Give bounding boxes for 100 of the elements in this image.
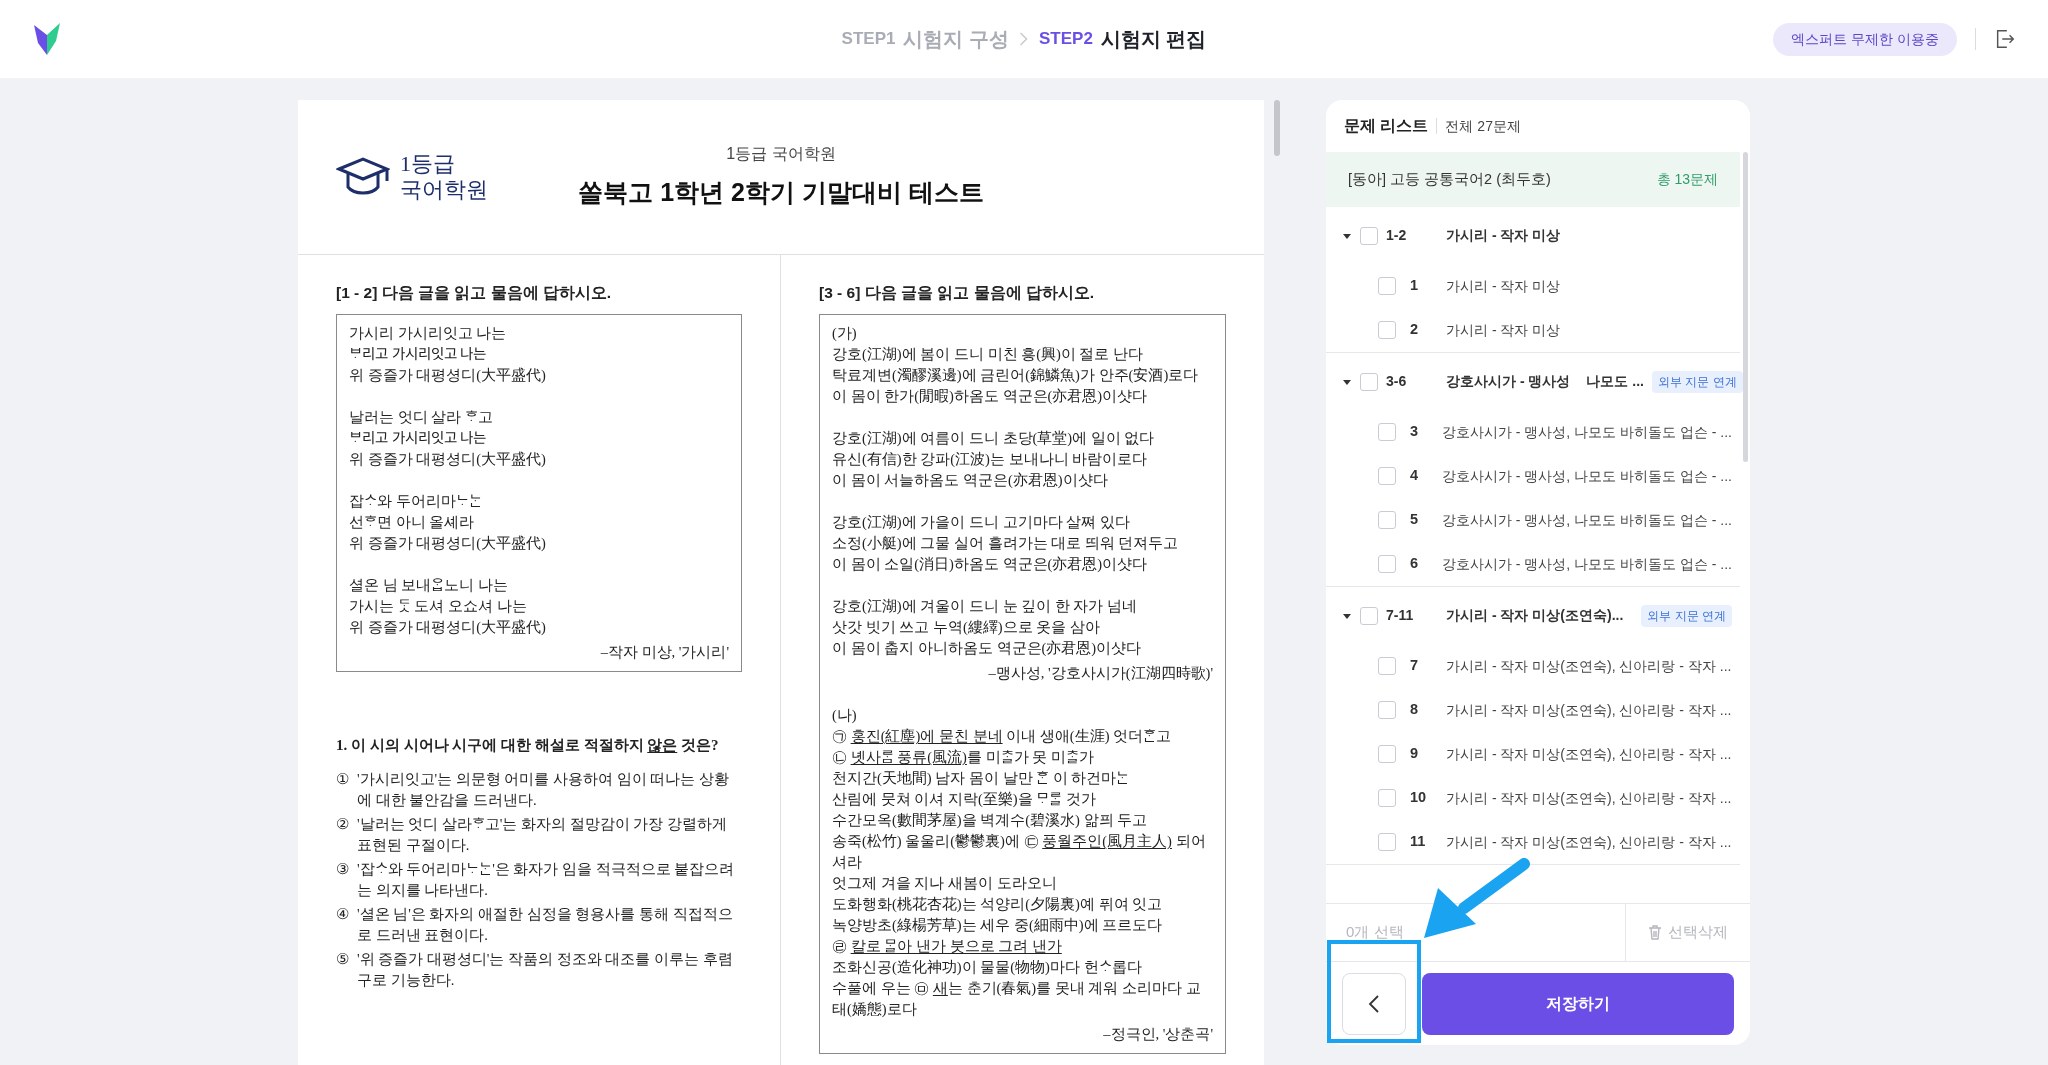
poem-line: 위 증즐가 대평셩디(大平盛代) bbox=[349, 450, 546, 470]
question-number: 7 bbox=[1410, 656, 1420, 676]
question-title[interactable]: 강호사시가 - 맹사성, 나모도 바히돌도 업슨 - ... bbox=[1441, 509, 1732, 531]
scrollbar-thumb[interactable] bbox=[1274, 100, 1280, 156]
back-button[interactable] bbox=[1342, 972, 1406, 1035]
checkbox[interactable] bbox=[1378, 423, 1396, 441]
save-button[interactable]: 저장하기 bbox=[1422, 972, 1734, 1035]
poem-line: 이 몸이 서늘하옴도 역군은(亦君恩)이샷다 bbox=[832, 471, 1108, 491]
question-title[interactable]: 강호사시가 - 맹사성, 나모도 바히돌도 업슨 - ... bbox=[1441, 553, 1732, 575]
academy-name: 1등급 국어학원 bbox=[726, 144, 836, 165]
checkbox[interactable] bbox=[1360, 606, 1378, 625]
selected-count: 0개 선택 bbox=[1345, 922, 1405, 943]
checkbox[interactable] bbox=[1378, 745, 1396, 763]
poem-line: ᄇᆞ리고 가시리잇고 나는 bbox=[349, 345, 487, 365]
question-title[interactable]: 가시리 - 작자 미상(조연숙), 신아리랑 - 작자 ... bbox=[1446, 655, 1732, 677]
question-title[interactable]: 강호사시가 - 맹사성, 나모도 바히돌도 업슨 - ... bbox=[1441, 465, 1732, 487]
option-number: ① bbox=[336, 769, 349, 789]
checkbox[interactable] bbox=[1378, 555, 1396, 573]
poem-line: 가시는 ᄃᆞᆺ 도셔 오쇼셔 나는 bbox=[349, 597, 527, 617]
group-title: 가시리 - 작자 미상(조연숙)... bbox=[1446, 606, 1624, 625]
question-number: 4 bbox=[1410, 466, 1420, 486]
checkbox[interactable] bbox=[1378, 321, 1396, 339]
poem-source: –정극인, '상춘곡' bbox=[1103, 1025, 1213, 1045]
question-title[interactable]: 가시리 - 작자 미상(조연숙), 신아리랑 - 작자 ... bbox=[1446, 699, 1732, 721]
poem-line: 가시리 가시리잇고 나는 bbox=[349, 324, 507, 344]
question-text: 1. 이 시의 시어나 시구에 대한 해설로 적절하지 않은 것은? bbox=[336, 736, 719, 756]
group-subtitle: 나모도 ... bbox=[1586, 372, 1644, 391]
option-text: '잡ᄉᆞ와 두어리마ᄂᆞᄂᆞᆫ'은 화자가 임을 적극적으로 붙잡으려는 의지를 나타낸다. bbox=[357, 859, 736, 900]
poem-line: 녹양방초(綠楊芳草)는 세우 중(細雨中)에 프르도다 bbox=[832, 916, 1163, 936]
poem-line: 이 몸이 소일(消日)하옴도 역군은(亦君恩)이샷다 bbox=[832, 555, 1148, 575]
option-number: ③ bbox=[336, 859, 349, 879]
question-title[interactable]: 가시리 - 작자 미상 bbox=[1446, 319, 1561, 341]
poem-line: 조화신공(造化神功)이 물물(物物)마다 헌ᄉᆞ롭다 bbox=[832, 958, 1142, 978]
poem-line: 엇그제 겨을 지나 새봄이 도라오니 bbox=[832, 874, 1057, 894]
poem-line: 천지간(天地間) 남자 몸이 날만 ᄒᆞᆫ 이 하건마ᄂᆞᆫ bbox=[832, 769, 1130, 789]
question-number: 8 bbox=[1410, 700, 1420, 720]
scrollbar-thumb[interactable] bbox=[1743, 152, 1748, 462]
group-range: 3-6 bbox=[1386, 372, 1408, 391]
step-tab[interactable]: STEP2 시험지 편집 bbox=[1039, 24, 1207, 54]
checkbox[interactable] bbox=[1378, 701, 1396, 719]
checkbox[interactable] bbox=[1378, 657, 1396, 675]
question-title[interactable]: 가시리 - 작자 미상 bbox=[1446, 275, 1561, 297]
trash-icon bbox=[1648, 925, 1662, 940]
poem-line: 도화행화(桃花杏花)는 석양리(夕陽裏)예 퓌여 잇고 bbox=[832, 895, 1163, 915]
poem-line: 강호(江湖)에 겨울이 드니 눈 깊이 한 자가 넘네 bbox=[832, 597, 1138, 617]
option-text: '가시리잇고'는 의문형 어미를 사용하여 임이 떠나는 상황에 대한 불안감을 드러낸다. bbox=[357, 769, 730, 810]
poem-source: –작자 미상, '가시리' bbox=[600, 643, 729, 663]
section-label: (가) bbox=[832, 324, 857, 344]
logo-icon[interactable] bbox=[32, 21, 62, 57]
question-title[interactable]: 가시리 - 작자 미상(조연숙), 신아리랑 - 작자 ... bbox=[1446, 743, 1732, 765]
poem-line: ᄇᆞ리고 가시리잇고 나는 bbox=[349, 429, 487, 449]
passage-heading: [3 - 6] 다음 글을 읽고 물음에 답하시오. bbox=[819, 283, 1095, 303]
checkbox[interactable] bbox=[1360, 372, 1378, 391]
option-text: '위 증즐가 대평셩디'는 작품의 정조와 대조를 이루는 후렴구로 기능한다. bbox=[357, 949, 734, 990]
poem-line: 강호(江湖)에 가을이 드니 고기마다 살쪄 있다 bbox=[832, 513, 1130, 533]
checkbox[interactable] bbox=[1378, 277, 1396, 295]
checkbox[interactable] bbox=[1378, 833, 1396, 851]
checkbox[interactable] bbox=[1378, 467, 1396, 485]
poem-line: 소정(小艇)에 그물 실어 흘려가는 대로 띄워 던져두고 bbox=[832, 534, 1179, 554]
group-range: 7-11 bbox=[1386, 606, 1415, 625]
exam-title: 쏠북고 1학년 2학기 기말대비 테스트 bbox=[578, 177, 984, 209]
option-text: '셜온 님'은 화자의 애절한 심정을 형용사를 통해 직접적으로 드러낸 표현이다. bbox=[357, 904, 734, 945]
checkbox[interactable] bbox=[1378, 789, 1396, 807]
panel-title: 문제 리스트 bbox=[1344, 116, 1429, 136]
question-number: 10 bbox=[1410, 788, 1428, 808]
poem-line: 날러는 엇디 살라 ᄒᆞ고 bbox=[349, 408, 493, 428]
question-title[interactable]: 가시리 - 작자 미상(조연숙), 신아리랑 - 작자 ... bbox=[1446, 831, 1732, 853]
group-range: 1-2 bbox=[1386, 226, 1408, 245]
total-count: 전체 27문제 bbox=[1445, 116, 1521, 136]
question-number: 2 bbox=[1410, 320, 1420, 340]
group-title: 가시리 - 작자 미상 bbox=[1446, 226, 1561, 245]
poem-line: 유신(有信)한 강파(江波)는 보내나니 바람이로다 bbox=[832, 450, 1148, 470]
question-title[interactable]: 강호사시가 - 맹사성, 나모도 바히돌도 업슨 - ... bbox=[1441, 421, 1732, 443]
passage-heading: [1 - 2] 다음 글을 읽고 물음에 답하시오. bbox=[336, 283, 612, 303]
poem-line: 수간모옥(數間茅屋)을 벽계수(碧溪水) 앎픠 두고 bbox=[832, 811, 1148, 831]
poem-line: 탁료계변(濁醪溪邊)에 금린어(錦鱗魚)가 안주(安酒)로다 bbox=[832, 366, 1199, 386]
academy-logo-text: 국어학원 bbox=[400, 177, 488, 203]
poem-line: 이 몸이 춥지 아니하옴도 역군은(亦君恩)이샷다 bbox=[832, 639, 1142, 659]
question-title[interactable]: 가시리 - 작자 미상(조연숙), 신아리랑 - 작자 ... bbox=[1446, 787, 1732, 809]
linked-passage-tag: 외부 지문 연계 bbox=[1641, 604, 1732, 627]
checkbox[interactable] bbox=[1360, 226, 1378, 245]
poem-line: 위 증즐가 대평셩디(大平盛代) bbox=[349, 618, 546, 638]
option-text: '날러는 엇디 살라ᄒᆞ고'는 화자의 절망감이 가장 강렬하게 표현된 구절이다. bbox=[357, 814, 728, 855]
checkbox[interactable] bbox=[1378, 511, 1396, 529]
plan-badge: 엑스퍼트 무제한 이용중 bbox=[1773, 22, 1957, 56]
book-count: 총 13문제 bbox=[1656, 170, 1718, 189]
poem-line: 수풀에 우는 ㉤ 새 는 춘기(春氣)를 못내 계워 소리마다 교태(嬌態)로다 bbox=[832, 979, 1202, 1020]
poem-line: 잡ᄉᆞ와 두어리마ᄂᆞᄂᆞᆫ bbox=[349, 492, 482, 512]
section-label: (나) bbox=[832, 706, 857, 726]
poem-source: –맹사성, '강호사시가(江湖四時歌)' bbox=[988, 664, 1213, 684]
question-number: 3 bbox=[1410, 422, 1420, 442]
chevron-right-icon bbox=[1019, 32, 1029, 46]
poem-line: ㉡ 녯사ᄅᆞᆷ 풍류(風流)를 미ᄎᆞᆯ가 못 미ᄎᆞᆯ가 bbox=[832, 748, 1094, 768]
logout-icon[interactable] bbox=[1994, 28, 2016, 50]
option-number: ④ bbox=[336, 904, 349, 924]
poem-line: 삿갓 빗기 쓰고 누역(縷繹)으로 옷을 삼아 bbox=[832, 618, 1100, 638]
option-number: ⑤ bbox=[336, 949, 349, 969]
poem-line: 강호(江湖)에 봄이 드니 미친 흥(興)이 절로 난다 bbox=[832, 345, 1144, 365]
group-title: 강호사시가 - 맹사성 bbox=[1446, 372, 1571, 391]
question-number: 1 bbox=[1410, 276, 1420, 296]
